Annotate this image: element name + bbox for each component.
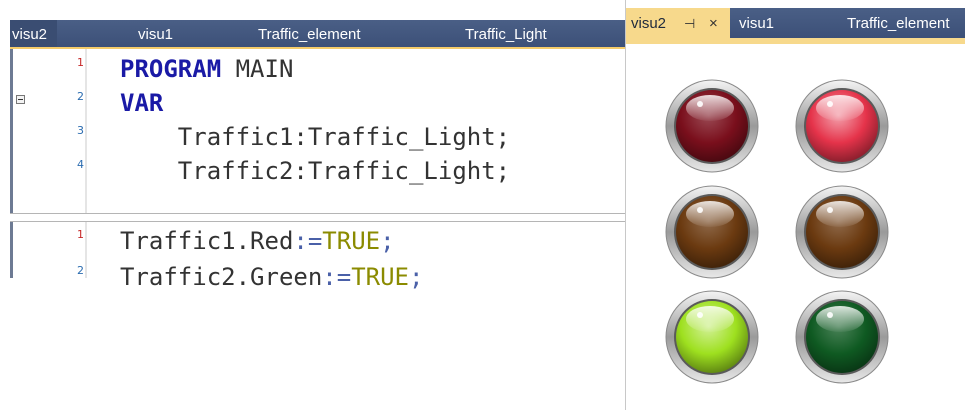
code-line-traffic1-decl[interactable]: Traffic1:Traffic_Light; xyxy=(120,122,510,152)
code-line-traffic2-decl[interactable]: Traffic2:Traffic_Light; xyxy=(120,156,510,186)
code-line-var[interactable]: VAR xyxy=(120,88,163,118)
tab-visu2-active[interactable]: visu2 ⊣ × xyxy=(626,8,730,38)
program-name: MAIN xyxy=(221,55,294,83)
tab-traffic-element[interactable]: Traffic_element xyxy=(847,8,950,38)
code-editor: visu2 visu1 Traffic_element Traffic_Ligh… xyxy=(10,20,625,291)
implementation-editor[interactable]: 1 2 Traffic1.Red:=TRUE; Traffic2.Green:=… xyxy=(10,222,625,291)
line-number: 3 xyxy=(77,124,84,137)
tab-visu1[interactable]: visu1 xyxy=(739,8,774,38)
traffic-light-grid xyxy=(626,44,965,410)
line-number: 2 xyxy=(77,90,84,103)
close-icon[interactable]: × xyxy=(709,8,718,40)
keyword-var: VAR xyxy=(120,89,164,117)
traffic1-green-lamp[interactable] xyxy=(664,289,760,385)
keyword-program: PROGRAM xyxy=(120,55,222,83)
tab-visu1[interactable]: visu1 xyxy=(138,20,173,47)
line-number: 1 xyxy=(77,56,84,69)
line-number: 2 xyxy=(77,264,84,277)
visualization-panel: visu2 ⊣ × visu1 Traffic_element xyxy=(625,0,965,410)
code-line-program[interactable]: PROGRAM MAIN xyxy=(120,54,293,84)
editor-tab-bar: visu2 visu1 Traffic_element Traffic_Ligh… xyxy=(10,20,625,49)
traffic1-red-lamp[interactable] xyxy=(664,78,760,174)
line-number: 4 xyxy=(77,158,84,171)
line-number: 1 xyxy=(77,228,84,241)
visu-tab-bar: visu2 ⊣ × visu1 Traffic_element xyxy=(626,8,965,44)
code-line-traffic1-red[interactable]: Traffic1.Red:=TRUE; xyxy=(120,226,395,256)
tab-traffic-element[interactable]: Traffic_element xyxy=(258,20,361,47)
pin-icon[interactable]: ⊣ xyxy=(684,8,695,40)
editor-splitter[interactable] xyxy=(10,213,625,222)
collapse-icon[interactable] xyxy=(16,95,25,104)
traffic2-green-lamp[interactable] xyxy=(794,289,890,385)
tab-traffic-light[interactable]: Traffic_Light xyxy=(465,20,547,47)
traffic2-red-lamp[interactable] xyxy=(794,78,890,174)
declaration-editor[interactable]: 1 2 3 4 PROGRAM MAIN VAR Traffic1:Traffi… xyxy=(10,49,625,213)
tab-visu2[interactable]: visu2 xyxy=(10,20,58,47)
traffic1-yellow-lamp[interactable] xyxy=(664,184,760,280)
traffic2-yellow-lamp[interactable] xyxy=(794,184,890,280)
code-line-traffic2-green[interactable]: Traffic2.Green:=TRUE; xyxy=(120,262,423,292)
